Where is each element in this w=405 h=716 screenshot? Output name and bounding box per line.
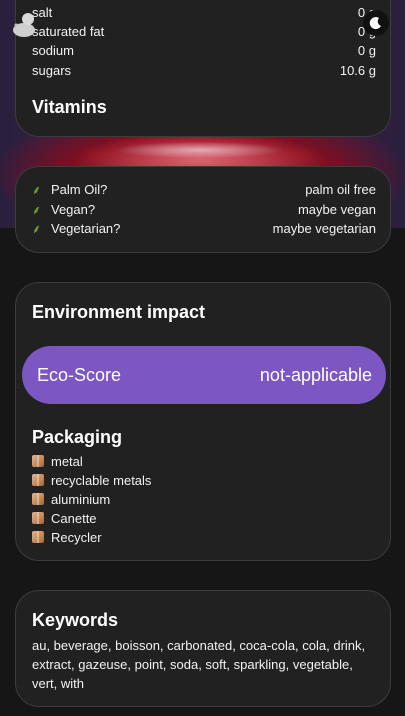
packaging-title: Packaging xyxy=(32,427,123,447)
packaging-item-text: metal xyxy=(51,454,83,469)
leaf-icon: ⸙ xyxy=(32,222,42,236)
ecoscore-value: not-applicable xyxy=(259,364,372,385)
packaging-item-text: Recycler xyxy=(51,530,102,545)
label-value: maybe vegan xyxy=(297,202,376,217)
leaf-icon: ⸙ xyxy=(32,203,42,217)
packaging-item: aluminium xyxy=(32,492,110,508)
leaf-icon: ⸙ xyxy=(32,183,42,197)
label-row-vegetarian: ⸙ Vegetarian? maybe vegetarian xyxy=(32,221,376,237)
label-name: ⸙ Palm Oil? xyxy=(32,182,107,198)
packaging-item: Recycler xyxy=(32,530,102,546)
moon-icon[interactable] xyxy=(360,8,392,38)
label-text: Vegan? xyxy=(51,202,96,217)
nutrition-row-sodium: sodium 0 g xyxy=(32,43,376,59)
box-icon xyxy=(32,455,44,467)
nutrition-value: 0 g xyxy=(357,43,376,58)
duck-icon-graphic xyxy=(13,13,35,37)
nutrition-label: sugars xyxy=(32,63,72,78)
label-row-palm-oil: ⸙ Palm Oil? palm oil free xyxy=(32,182,376,198)
nutrition-value: 10.6 g xyxy=(339,63,376,78)
ecoscore-banner[interactable]: Eco-Score not-applicable xyxy=(22,346,386,404)
nutrition-row-sugars: sugars 10.6 g xyxy=(32,63,376,79)
keywords-title: Keywords xyxy=(32,610,119,630)
labels-card: ⸙ Palm Oil? palm oil free ⸙ Vegan? maybe v… xyxy=(15,166,391,253)
packaging-item-text: recyclable metals xyxy=(51,473,152,488)
label-text: Palm Oil? xyxy=(51,182,108,197)
environment-title: Environment impact xyxy=(32,302,206,322)
packaging-item: recyclable metals xyxy=(32,473,151,489)
label-name: ⸙ Vegetarian? xyxy=(32,221,120,237)
nutrition-label: sodium xyxy=(32,43,74,58)
duck-icon[interactable] xyxy=(10,8,40,38)
box-icon xyxy=(32,531,44,543)
nutrition-row-saturated-fat: saturated fat 0 g xyxy=(32,24,376,40)
nutrition-card: salt 0 g saturated fat 0 g sodium 0 g su… xyxy=(15,0,391,137)
theme-toggle-graphic xyxy=(363,10,389,36)
box-icon xyxy=(32,512,44,524)
packaging-item: metal xyxy=(32,454,83,470)
packaging-item: Canette xyxy=(32,511,97,527)
label-value: maybe vegetarian xyxy=(272,221,376,236)
box-icon xyxy=(32,474,44,486)
nutrition-label: saturated fat xyxy=(32,24,105,39)
keywords-card: Keywords au, beverage, boisson, carbonat… xyxy=(15,590,391,707)
label-name: ⸙ Vegan? xyxy=(32,202,95,218)
label-value: palm oil free xyxy=(305,182,376,197)
keywords-list: au, beverage, boisson, carbonated, coca-… xyxy=(32,638,366,691)
environment-card: Environment impact Eco-Score not-applica… xyxy=(15,282,391,561)
nutrition-row-salt: salt 0 g xyxy=(32,5,376,21)
vitamins-title: Vitamins xyxy=(32,97,107,117)
box-icon xyxy=(32,493,44,505)
label-row-vegan: ⸙ Vegan? maybe vegan xyxy=(32,202,376,218)
packaging-item-text: aluminium xyxy=(51,492,111,507)
label-text: Vegetarian? xyxy=(51,221,121,236)
packaging-item-text: Canette xyxy=(51,511,97,526)
ecoscore-label: Eco-Score xyxy=(37,364,122,385)
